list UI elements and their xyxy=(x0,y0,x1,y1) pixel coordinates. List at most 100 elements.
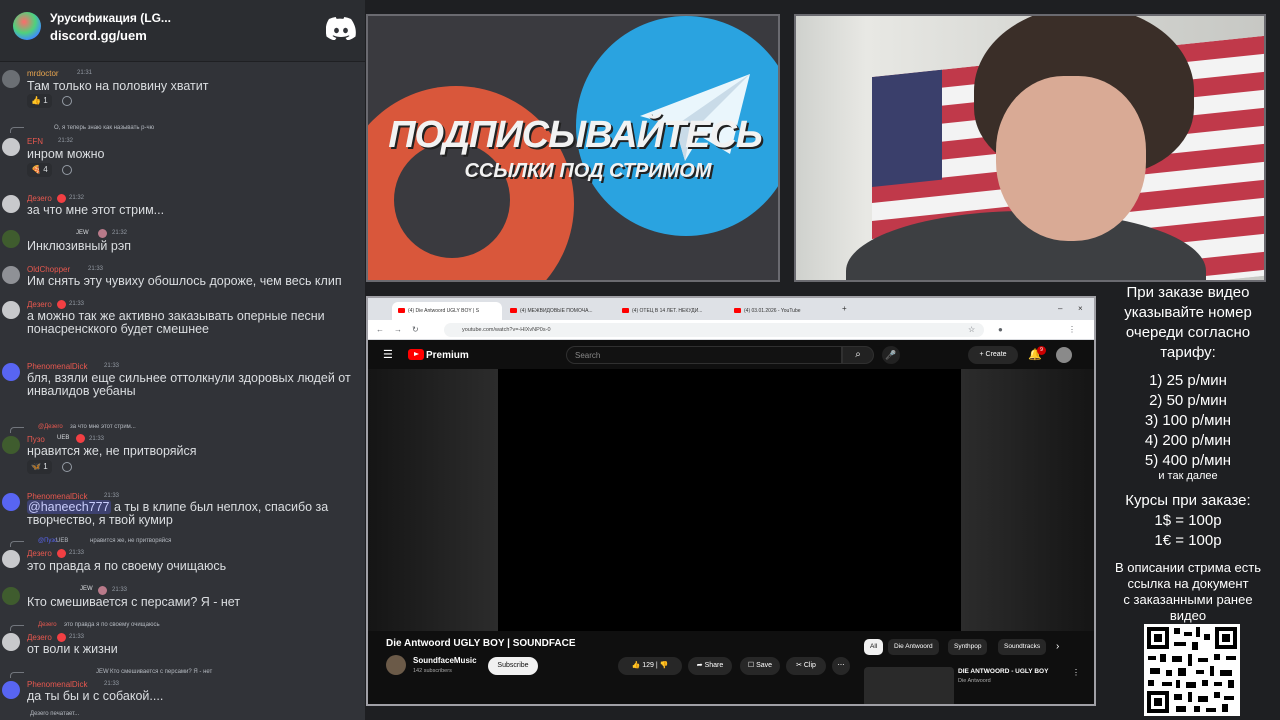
chips-next-icon[interactable]: › xyxy=(1056,641,1059,652)
message-timestamp: 21:33 xyxy=(69,301,85,307)
add-reaction-icon[interactable] xyxy=(62,96,72,106)
reload-icon[interactable]: ↻ xyxy=(412,325,419,335)
user-badge-icon xyxy=(57,549,66,558)
reply-preview[interactable]: за что мне этот стрим... xyxy=(70,424,136,430)
chip-die-antwoord[interactable]: Die Antwoord xyxy=(888,639,939,655)
message-timestamp: 21:33 xyxy=(104,363,120,369)
channel-avatar[interactable] xyxy=(386,655,406,675)
message-username: Пузо xyxy=(27,435,45,444)
reply-connector xyxy=(10,672,24,678)
bookmark-star-icon[interactable]: ☆ xyxy=(968,325,975,335)
tariff-item: 5) 400 р/мин xyxy=(1144,452,1232,469)
message-timestamp: 21:32 xyxy=(58,138,74,144)
user-tag: UEB xyxy=(57,435,70,441)
reply-preview[interactable]: Кто смешивается с персами? Я - нет xyxy=(110,669,212,675)
user-mention[interactable]: @haneech777 xyxy=(27,500,111,514)
hamburger-menu-icon[interactable]: ☰ xyxy=(383,348,393,361)
message-username: Дезеro xyxy=(27,300,52,309)
message-timestamp: 21:33 xyxy=(69,550,85,556)
window-close-icon[interactable]: × xyxy=(1078,304,1083,314)
video-player[interactable] xyxy=(498,369,961,631)
reaction-count: 1 xyxy=(43,462,48,471)
add-reaction-icon[interactable] xyxy=(62,462,72,472)
new-tab-icon[interactable]: + xyxy=(842,304,847,314)
browser-tab[interactable]: (4) МЕЖВИДОВЫЕ ПОМОЧА... xyxy=(504,302,614,320)
tab-title: (4) ОТЕЦ В 14 ЛЕТ. НЕКУДИ... xyxy=(632,308,703,314)
add-reaction-icon[interactable] xyxy=(62,165,72,175)
chip-all[interactable]: All xyxy=(864,639,884,655)
recommended-menu-icon[interactable]: ⋮ xyxy=(1072,668,1080,677)
recommended-thumbnail[interactable] xyxy=(864,667,954,704)
message-username: OldChopper xyxy=(27,265,71,274)
player-ambient-right xyxy=(961,369,1094,631)
message-text: @haneech777 а ты в клипе был неплох, спа… xyxy=(27,500,362,527)
chat-message: mrdoctor 21:31 Там только на половину хв… xyxy=(0,66,365,110)
user-avatar xyxy=(2,493,20,511)
browser-tab[interactable]: (4) 03.01.2026 - YouTube xyxy=(728,302,838,320)
chat-message: OldChopper 21:33 Им снять эту чувиху обо… xyxy=(0,263,365,291)
subscribe-button[interactable]: Subscribe xyxy=(488,657,538,675)
reply-preview[interactable]: это правда я по своему очищаюсь xyxy=(64,622,160,628)
youtube-favicon-icon xyxy=(622,308,629,313)
reply-connector xyxy=(10,127,24,133)
chat-message: JEW 21:32 Инклюзивный рэп xyxy=(0,228,365,258)
recommended-channel[interactable]: Die Antwoord xyxy=(958,678,991,684)
user-avatar xyxy=(2,230,20,248)
rates-heading: Курсы при заказе: xyxy=(1125,492,1251,509)
like-button[interactable]: 👍 129 | 👎 xyxy=(618,657,682,675)
extension-icon[interactable]: ● xyxy=(998,325,1003,335)
reaction-pill[interactable]: 🍕 4 xyxy=(27,163,52,177)
rate-eur: 1€ = 100р xyxy=(1154,532,1222,549)
description-line: с заказанными ранее xyxy=(1123,592,1253,607)
user-badge-icon xyxy=(57,194,66,203)
more-actions-icon[interactable]: ⋯ xyxy=(832,657,850,675)
clip-button[interactable]: ✂ Clip xyxy=(786,657,826,675)
reply-preview[interactable]: О, я теперь знаю как называть р-чю xyxy=(54,125,154,131)
user-avatar xyxy=(2,633,20,651)
create-button[interactable]: + Create xyxy=(968,346,1018,364)
account-avatar[interactable] xyxy=(1056,347,1072,363)
youtube-page: ☰ Premium Search ⌕ 🎤 + Create 🔔 9 Die An… xyxy=(368,341,1094,704)
user-avatar xyxy=(2,195,20,213)
reaction-pill[interactable]: 👍 1 xyxy=(27,94,52,108)
typing-indicator: Дезеro печатает... xyxy=(30,711,80,717)
menu-dots-icon[interactable]: ⋮ xyxy=(1068,325,1076,335)
user-avatar xyxy=(2,266,20,284)
notification-count-badge: 9 xyxy=(1037,346,1046,355)
user-avatar xyxy=(2,138,20,156)
chip-soundtracks[interactable]: Soundtracks xyxy=(998,639,1047,655)
message-username: EFN xyxy=(27,137,43,146)
share-button[interactable]: ➦ Share xyxy=(688,657,732,675)
back-icon[interactable]: ← xyxy=(376,325,384,335)
browser-tab[interactable]: (4) ОТЕЦ В 14 ЛЕТ. НЕКУДИ... xyxy=(616,302,726,320)
reply-preview[interactable]: нравится же, не притворяйся xyxy=(90,538,171,544)
user-tag: JEW xyxy=(80,586,93,592)
user-avatar xyxy=(2,301,20,319)
chip-synthpop[interactable]: Synthpop xyxy=(948,639,988,655)
webcam-feed xyxy=(794,14,1266,282)
message-username: mrdoctor xyxy=(27,69,59,78)
forward-icon[interactable]: → xyxy=(394,325,402,335)
message-text: а можно так же активно заказывать оперны… xyxy=(27,309,325,336)
message-username: Дезеro xyxy=(27,549,52,558)
youtube-brand[interactable]: Premium xyxy=(426,350,469,361)
youtube-logo-icon[interactable] xyxy=(408,349,424,360)
search-icon[interactable]: ⌕ xyxy=(842,346,874,364)
browser-tab[interactable]: (4) Die Antwoord UGLY BOY | S xyxy=(392,302,502,320)
reaction-pill[interactable]: 🦋 1 xyxy=(27,460,52,474)
description-line: В описании стрима есть xyxy=(1114,560,1262,575)
message-timestamp: 21:33 xyxy=(104,681,120,687)
tariff-item: 3) 100 р/мин xyxy=(1144,412,1232,429)
server-invite-link[interactable]: discord.gg/uem xyxy=(50,28,147,43)
server-icon xyxy=(13,12,41,40)
user-avatar xyxy=(2,587,20,605)
reply-connector xyxy=(10,625,24,631)
address-bar[interactable]: youtube.com/watch?v=-HIXvNP0s-0 xyxy=(444,323,984,337)
window-minimize-icon[interactable]: – xyxy=(1058,304,1062,314)
microphone-icon[interactable]: 🎤 xyxy=(882,346,900,364)
recommended-title[interactable]: DIE ANTWOORD - UGLY BOY xyxy=(958,668,1048,675)
search-input[interactable]: Search xyxy=(566,346,842,364)
save-button[interactable]: ☐ Save xyxy=(740,657,780,675)
like-count: 129 xyxy=(642,662,654,669)
channel-name[interactable]: SoundfaceMusic xyxy=(413,656,477,665)
